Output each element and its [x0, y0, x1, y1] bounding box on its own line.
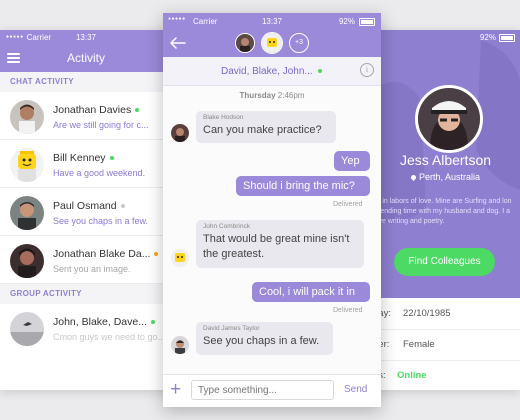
detail-value: Female [403, 339, 435, 350]
chat-preview: Sent you an image. [53, 264, 131, 274]
find-colleagues-button[interactable]: Find Colleagues [394, 248, 495, 276]
chat-header: +3 [163, 29, 381, 57]
message-input-bar: + Send [163, 374, 381, 407]
participant-avatar[interactable] [261, 32, 283, 54]
chat-preview: See you chaps in a few. [53, 216, 149, 226]
nav-bar: Activity [0, 44, 172, 72]
chat-row[interactable]: Jonathan Davies Are we still going for c… [0, 92, 172, 140]
delivery-status: Delivered [333, 201, 363, 208]
menu-icon[interactable] [7, 53, 20, 63]
group-row[interactable]: John, Blake, Dave... Cmon guys we need t… [0, 304, 172, 351]
message-input[interactable] [191, 380, 334, 400]
date-divider: Thursday 2:46pm [163, 91, 381, 100]
message-sender: David James Taylor [203, 325, 260, 332]
page-title: Activity [66, 51, 105, 65]
group-activity-header: GROUP ACTIVITY [0, 284, 172, 304]
avatar [10, 148, 44, 182]
chat-row[interactable]: Bill Kenney Have a good weekend. [0, 140, 172, 188]
chat-name: Paul Osmand [53, 200, 117, 212]
battery-icon [359, 18, 375, 26]
battery-label: 92% [479, 33, 496, 42]
date-day: Thursday [239, 91, 276, 100]
avatar [10, 100, 44, 134]
message-sender: John Combrinck [203, 223, 250, 230]
sender-avatar [171, 249, 189, 267]
status-time: 13:37 [75, 32, 97, 42]
online-dot [150, 320, 155, 325]
location-pin-icon [409, 173, 418, 182]
message-text: That would be great mine isn't the great… [203, 233, 350, 260]
message-bubble-incoming[interactable]: David James Taylor See you chaps in a fe… [196, 322, 333, 355]
message-bubble-outgoing[interactable]: Cool, i will pack it in [252, 282, 370, 302]
profile-name: Jess Albertson [399, 152, 492, 168]
sender-avatar [171, 336, 189, 354]
message-sender: Blake Hodson [203, 114, 244, 121]
message-bubble-incoming[interactable]: Blake Hodson Can you make practice? [196, 111, 336, 143]
message-text: Yep [341, 155, 360, 167]
more-participants-badge[interactable]: +3 [289, 33, 309, 53]
profile-location: Perth, Australia [371, 172, 520, 182]
battery-label: 92% [338, 17, 355, 26]
battery-icon [499, 34, 515, 42]
profile-avatar [415, 85, 483, 153]
avatar [10, 196, 44, 230]
participants-bar[interactable]: David, Blake, John... i [163, 57, 381, 86]
chat-name: Jonathan Davies [53, 104, 132, 116]
chat-name: Jonathan Blake Da... [53, 248, 151, 260]
activity-screen: ●●●●● Carrier 13:37 Activity CHAT ACTIVI… [0, 30, 172, 390]
avatar [10, 244, 44, 278]
online-dot [135, 108, 140, 113]
detail-value: Online [397, 370, 427, 381]
message-text: See you chaps in a few. [203, 335, 320, 347]
location-text: Perth, Australia [418, 172, 481, 182]
participant-avatar[interactable] [235, 33, 255, 53]
group-preview: Cmon guys we need to go... [53, 332, 166, 342]
profile-hero: 92% Jess Albertson Perth, Australia ve i… [371, 30, 520, 298]
message-bubble-outgoing[interactable]: Yep [334, 151, 370, 171]
chat-row[interactable]: Jonathan Blake Da... Sent you an image. [0, 236, 172, 284]
participants-names: David, Blake, John... [221, 66, 313, 77]
delivery-status: Delivered [333, 307, 363, 314]
away-dot [154, 252, 159, 257]
message-text: Should i bring the mic? [243, 180, 355, 192]
status-bar: ●●●●● Carrier 13:37 [0, 30, 172, 44]
send-button[interactable]: Send [344, 384, 367, 395]
group-avatar [10, 312, 44, 346]
chat-preview: Are we still going for c... [53, 120, 149, 130]
message-bubble-outgoing[interactable]: Should i bring the mic? [236, 176, 370, 196]
date-time: 2:46pm [277, 91, 305, 100]
detail-value: 22/10/1985 [403, 308, 451, 319]
chat-preview: Have a good weekend. [53, 168, 146, 178]
chat-activity-header: CHAT ACTIVITY [0, 72, 172, 92]
profile-bio: ve in labors of love. Mine are Surfing a… [373, 198, 512, 225]
online-dot [109, 156, 114, 161]
detail-row-status: us: Online [371, 360, 520, 390]
group-name: John, Blake, Dave... [53, 316, 147, 328]
info-icon[interactable]: i [360, 63, 374, 77]
message-text: Can you make practice? [203, 124, 322, 136]
chat-name: Bill Kenney [53, 152, 106, 164]
message-bubble-incoming[interactable]: John Combrinck That would be great mine … [196, 220, 364, 268]
status-dot [120, 204, 125, 209]
profile-screen: 92% Jess Albertson Perth, Australia ve i… [371, 30, 520, 390]
detail-row-gender: der: Female [371, 329, 520, 361]
online-dot [318, 69, 322, 73]
chat-row[interactable]: Paul Osmand See you chaps in a few. [0, 188, 172, 236]
status-bar: ●●●●● Carrier 13:37 92% [163, 13, 381, 29]
detail-row-birthday: day: 22/10/1985 [371, 298, 520, 330]
chat-screen: ●●●●● Carrier 13:37 92% +3 David, Blake,… [163, 13, 381, 407]
add-attachment-icon[interactable]: + [170, 380, 181, 400]
back-arrow-icon[interactable] [170, 37, 186, 49]
sender-avatar [171, 124, 189, 142]
message-text: Cool, i will pack it in [259, 286, 355, 298]
